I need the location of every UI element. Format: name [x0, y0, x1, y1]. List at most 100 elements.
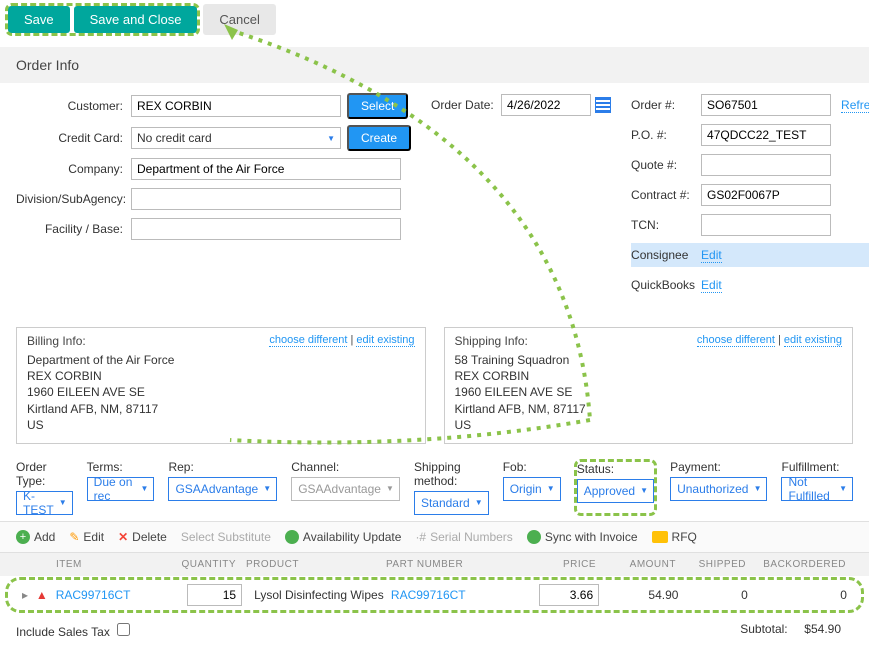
label-credit-card: Credit Card: — [16, 131, 131, 145]
expand-icon[interactable]: ▸ — [22, 588, 36, 602]
delete-action[interactable]: ✕Delete — [118, 530, 167, 544]
label-po: P.O. #: — [631, 128, 701, 142]
label-order-no: Order #: — [631, 98, 701, 112]
quote-input[interactable] — [701, 154, 831, 176]
tcn-input[interactable] — [701, 214, 831, 236]
amount-cell: 54.90 — [599, 588, 678, 602]
warning-icon: ▲ — [36, 588, 56, 602]
sync-action[interactable]: Sync with Invoice — [527, 530, 638, 544]
shipping-line: REX CORBIN — [455, 368, 843, 384]
subtotal-value: $54.90 — [804, 622, 841, 636]
rep-select[interactable]: GSAAdvantage — [168, 477, 277, 501]
billing-line: US — [27, 417, 415, 433]
consignee-edit-link[interactable]: Edit — [701, 248, 722, 263]
label-order-date: Order Date: — [431, 98, 501, 112]
shipmethod-select[interactable]: Standard — [414, 491, 489, 515]
shipped-cell: 0 — [678, 588, 747, 602]
label-status: Status: — [577, 462, 654, 476]
price-input[interactable] — [539, 584, 599, 606]
shipping-line: 58 Training Squadron — [455, 352, 843, 368]
label-shipmethod: Shipping method: — [414, 460, 489, 488]
qty-input[interactable] — [187, 584, 242, 606]
substitute-action[interactable]: Select Substitute — [181, 530, 271, 544]
billing-line: Kirtland AFB, NM, 87117 — [27, 401, 415, 417]
billing-edit-link[interactable]: edit existing — [356, 334, 414, 347]
label-fob: Fob: — [503, 460, 561, 474]
company-input[interactable] — [131, 158, 401, 180]
cancel-button[interactable]: Cancel — [203, 4, 275, 35]
label-payment: Payment: — [670, 460, 767, 474]
billing-title: Billing Info: — [27, 334, 86, 348]
label-channel: Channel: — [291, 460, 400, 474]
billing-line: 1960 EILEEN AVE SE — [27, 384, 415, 400]
add-action[interactable]: +Add — [16, 530, 55, 544]
customer-input[interactable] — [131, 95, 341, 117]
fob-select[interactable]: Origin — [503, 477, 561, 501]
sync-icon — [527, 530, 541, 544]
partnumber-link[interactable]: RAC99716CT — [391, 588, 466, 602]
label-division: Division/SubAgency: — [16, 192, 131, 206]
label-rep: Rep: — [168, 460, 277, 474]
billing-info-box: Billing Info: choose different | edit ex… — [16, 327, 426, 444]
label-quickbooks: QuickBooks — [631, 278, 701, 292]
shipping-choose-link[interactable]: choose different — [697, 334, 775, 347]
grid-header: ITEM QUANTITY PRODUCT PART NUMBER PRICE … — [0, 553, 869, 576]
label-contract: Contract #: — [631, 188, 701, 202]
facility-input[interactable] — [131, 218, 401, 240]
label-fulfillment: Fulfillment: — [781, 460, 853, 474]
edit-action[interactable]: ✎Edit — [69, 530, 104, 544]
plus-icon: + — [16, 530, 30, 544]
create-button[interactable]: Create — [347, 125, 411, 151]
tax-label: Include Sales Tax — [16, 625, 110, 639]
label-terms: Terms: — [87, 460, 155, 474]
order-type-select[interactable]: K-TEST — [16, 491, 73, 515]
pencil-icon: ✎ — [69, 530, 79, 544]
fulfillment-select[interactable]: Not Fulfilled — [781, 477, 853, 501]
billing-choose-link[interactable]: choose different — [269, 334, 347, 347]
availability-action[interactable]: Availability Update — [285, 530, 402, 544]
subtotal-label: Subtotal: — [740, 622, 787, 636]
select-button[interactable]: Select — [347, 93, 408, 119]
quickbooks-edit-link[interactable]: Edit — [701, 278, 722, 293]
serial-action[interactable]: ·# Serial Numbers — [415, 530, 512, 544]
label-order-type: Order Type: — [16, 460, 73, 488]
label-tcn: TCN: — [631, 218, 701, 232]
item-link[interactable]: RAC99716CT — [56, 588, 131, 602]
tax-checkbox[interactable] — [117, 623, 130, 636]
po-input[interactable] — [701, 124, 831, 146]
product-cell: Lysol Disinfecting Wipes — [242, 588, 391, 602]
label-facility: Facility / Base: — [16, 222, 131, 236]
label-quote: Quote #: — [631, 158, 701, 172]
order-date-input[interactable] — [501, 94, 591, 116]
terms-select[interactable]: Due on rec — [87, 477, 155, 501]
label-company: Company: — [16, 162, 131, 176]
shipping-edit-link[interactable]: edit existing — [784, 334, 842, 347]
refresh-link[interactable]: Refresh — [841, 98, 869, 113]
table-row[interactable]: ▸ ▲ RAC99716CT Lysol Disinfecting Wipes … — [6, 578, 863, 612]
billing-line: Department of the Air Force — [27, 352, 415, 368]
calendar-icon[interactable] — [595, 97, 611, 113]
order-no-input[interactable] — [701, 94, 831, 116]
label-customer: Customer: — [16, 99, 131, 113]
contract-input[interactable] — [701, 184, 831, 206]
hash-icon: ·# — [415, 530, 426, 544]
shipping-line: US — [455, 417, 843, 433]
status-select[interactable]: Approved — [577, 479, 654, 503]
division-input[interactable] — [131, 188, 401, 210]
mail-icon — [652, 531, 668, 543]
label-consignee: Consignee — [631, 248, 701, 262]
shipping-title: Shipping Info: — [455, 334, 528, 348]
save-button[interactable]: Save — [8, 6, 70, 33]
billing-line: REX CORBIN — [27, 368, 415, 384]
save-close-button[interactable]: Save and Close — [74, 6, 198, 33]
shipping-line: Kirtland AFB, NM, 87117 — [455, 401, 843, 417]
backorder-cell: 0 — [748, 588, 847, 602]
shipping-info-box: Shipping Info: choose different | edit e… — [444, 327, 854, 444]
rfq-action[interactable]: RFQ — [652, 530, 697, 544]
x-icon: ✕ — [118, 530, 128, 544]
refresh-icon — [285, 530, 299, 544]
shipping-line: 1960 EILEEN AVE SE — [455, 384, 843, 400]
channel-select[interactable]: GSAAdvantage — [291, 477, 400, 501]
credit-card-select[interactable]: No credit card▼ — [131, 127, 341, 149]
payment-select[interactable]: Unauthorized — [670, 477, 767, 501]
